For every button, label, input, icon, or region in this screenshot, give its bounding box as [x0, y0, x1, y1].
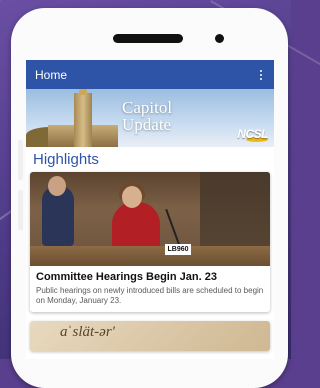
photo-person [112, 202, 160, 252]
bill-sign: LB960 [165, 244, 191, 255]
photo-table [30, 246, 270, 266]
app-bar: Home [26, 60, 274, 89]
app-bar-title: Home [35, 67, 68, 82]
banner-title: Capitol Update [122, 99, 172, 133]
card-text: Public hearings on newly introduced bill… [36, 286, 264, 305]
photo-person-head [48, 176, 66, 196]
dictionary-image-text: aˈslät-ərʹ [60, 324, 115, 340]
phone-side-button [18, 190, 23, 230]
next-highlight-card[interactable]: aˈslät-ərʹ [30, 321, 270, 351]
capitol-tower [74, 89, 92, 147]
phone-side-button [18, 140, 23, 180]
phone-speaker [113, 34, 183, 43]
highlight-card[interactable]: LB960 Committee Hearings Begin Jan. 23 P… [30, 172, 270, 312]
app-screen: Home Capitol Update NCSL Highlights LB96… [26, 60, 274, 359]
photo-person-head [122, 186, 142, 208]
photo-microphone [165, 208, 181, 248]
card-title: Committee Hearings Begin Jan. 23 [36, 271, 217, 283]
more-vert-icon[interactable] [256, 67, 266, 83]
ncsl-logo: NCSL [237, 127, 268, 141]
banner-title-line2: Update [122, 115, 172, 134]
hearing-photo: LB960 [30, 172, 270, 266]
section-title: Highlights [33, 151, 99, 168]
banner-title-line1: Capitol [122, 98, 173, 117]
card-body: Committee Hearings Begin Jan. 23 Public … [30, 266, 270, 312]
phone-camera [215, 34, 224, 43]
capitol-update-banner: Capitol Update NCSL [26, 89, 274, 147]
highlights-section: Highlights LB960 Committee Hearings Begi… [26, 147, 274, 351]
